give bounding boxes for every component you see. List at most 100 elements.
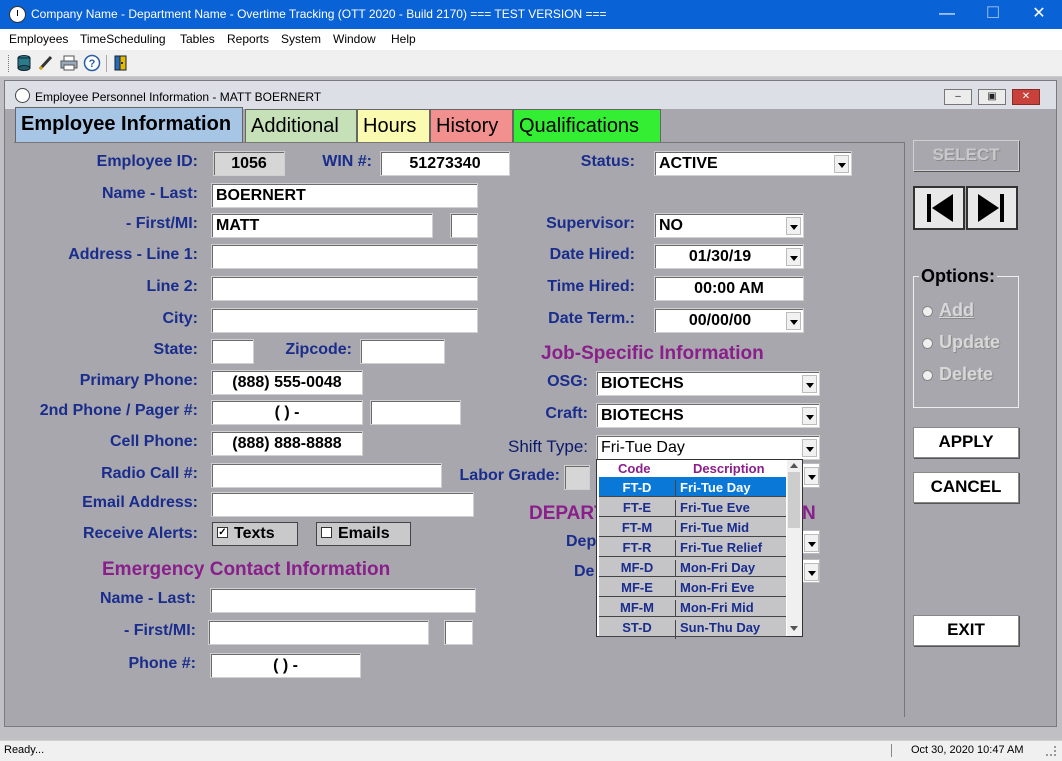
first-name-field[interactable]: MATT	[211, 213, 433, 238]
emergency-name-last-field[interactable]	[210, 588, 476, 613]
minimize-button[interactable]: —	[924, 0, 970, 29]
menu-timescheduling[interactable]: TimeScheduling	[80, 32, 166, 46]
dropdown-row[interactable]: ST-D Sun-Thu Day	[599, 617, 786, 639]
time-hired-field[interactable]: 00:00 AM	[654, 276, 804, 301]
dropdown-row[interactable]: MF-D Mon-Fri Day	[599, 557, 786, 579]
city-label: City:	[162, 310, 198, 327]
phone2-ext-field[interactable]	[370, 400, 461, 425]
email-label: Email Address:	[82, 494, 198, 511]
chevron-down-icon[interactable]	[804, 534, 819, 552]
chevron-down-icon[interactable]	[834, 155, 849, 173]
department2-label-partial: De	[574, 563, 595, 580]
tab-employee-information[interactable]: Employee Information	[15, 107, 243, 143]
chevron-down-icon[interactable]	[802, 439, 817, 457]
supervisor-select[interactable]: NO	[654, 213, 804, 238]
chevron-down-icon[interactable]	[786, 312, 801, 330]
shift-type-select[interactable]: Fri-Tue Day	[596, 435, 820, 460]
emails-label: Emails	[338, 525, 390, 542]
radio-call-field[interactable]	[211, 463, 442, 488]
row-description: Sun-Thu Day	[680, 620, 761, 635]
menu-tables[interactable]: Tables	[180, 32, 215, 46]
dropdown-row[interactable]: FT-D Fri-Tue Day	[599, 477, 786, 499]
database-icon[interactable]	[15, 54, 33, 72]
help-icon[interactable]: ?	[83, 54, 101, 72]
apply-button[interactable]: APPLY	[913, 427, 1019, 458]
name-last-field[interactable]: BOERNERT	[211, 183, 478, 208]
child-maximize-button[interactable]: ▣	[978, 89, 1006, 105]
dropdown-row[interactable]: FT-E Fri-Tue Eve	[599, 497, 786, 519]
date-hired-field[interactable]: 01/30/19	[654, 244, 804, 269]
shift-type-dropdown-list[interactable]: Code Description FT-D Fri-Tue Day FT-E Fri…	[596, 459, 803, 639]
emergency-first-field[interactable]	[208, 620, 429, 645]
chevron-down-icon[interactable]	[786, 248, 801, 266]
dropdown-row[interactable]: MF-E Mon-Fri Eve	[599, 577, 786, 599]
department-select-edge[interactable]	[802, 530, 820, 554]
menu-window[interactable]: Window	[333, 32, 376, 46]
state-field[interactable]	[211, 339, 254, 364]
chevron-down-icon[interactable]	[804, 467, 819, 485]
scroll-down-icon[interactable]	[790, 626, 798, 631]
pencil-icon[interactable]	[37, 54, 55, 72]
email-field[interactable]	[211, 492, 474, 517]
emergency-mi-field[interactable]	[444, 620, 473, 645]
dropdown-row[interactable]: FT-M Fri-Tue Mid	[599, 517, 786, 539]
osg-select[interactable]: BIOTECHS	[596, 371, 820, 396]
first-mi-label: - First/MI:	[126, 215, 198, 232]
maximize-button[interactable]: ☐	[970, 0, 1016, 29]
cancel-button[interactable]: CANCEL	[913, 472, 1019, 503]
department2-select-edge[interactable]	[802, 559, 820, 583]
middle-initial-field[interactable]	[450, 213, 478, 238]
phone2-field[interactable]: ( ) -	[211, 400, 363, 425]
chevron-down-icon[interactable]	[786, 217, 801, 235]
resize-grip-icon[interactable]	[1046, 746, 1056, 756]
address1-field[interactable]	[211, 244, 478, 269]
emails-checkbox[interactable]: Emails	[316, 522, 411, 546]
exit-door-icon[interactable]	[112, 54, 130, 72]
labor-grade-field[interactable]	[564, 465, 590, 490]
tab-history[interactable]: History	[430, 109, 513, 142]
add-radio[interactable]: Add	[922, 300, 974, 321]
radio-icon	[922, 305, 933, 317]
tab-qualifications[interactable]: Qualifications	[513, 109, 661, 142]
previous-record-button[interactable]	[913, 186, 965, 230]
scroll-thumb[interactable]	[788, 472, 800, 528]
win-field[interactable]: 51273340	[380, 151, 510, 176]
status-select[interactable]: ACTIVE	[654, 151, 852, 176]
dropdown-scrollbar[interactable]	[787, 460, 802, 636]
menu-employees[interactable]: Employees	[9, 32, 68, 46]
child-close-button[interactable]: ✕	[1012, 89, 1040, 105]
dropdown-row[interactable]: FT-R Fri-Tue Relief	[599, 537, 786, 559]
tab-hours[interactable]: Hours	[357, 109, 430, 142]
craft-select[interactable]: BIOTECHS	[596, 403, 820, 428]
select-button[interactable]: SELECT	[913, 140, 1019, 171]
date-term-field[interactable]: 00/00/00	[654, 308, 804, 333]
chevron-down-icon[interactable]	[802, 375, 817, 393]
cell-phone-field[interactable]: (888) 888-8888	[211, 431, 363, 456]
close-button[interactable]: ✕	[1016, 0, 1062, 29]
printer-icon[interactable]	[60, 54, 78, 72]
osg-label: OSG:	[547, 373, 588, 390]
emergency-section-title: Emergency Contact Information	[102, 559, 391, 580]
menu-system[interactable]: System	[281, 32, 321, 46]
chevron-down-icon[interactable]	[804, 563, 819, 581]
dropdown-row[interactable]: MF-M Mon-Fri Mid	[599, 597, 786, 619]
next-record-button[interactable]	[966, 186, 1018, 230]
texts-label: Texts	[234, 525, 275, 542]
update-radio[interactable]: Update	[922, 332, 1000, 353]
exit-button[interactable]: EXIT	[913, 615, 1019, 646]
primary-phone-field[interactable]: (888) 555-0048	[211, 370, 363, 395]
menu-reports[interactable]: Reports	[227, 32, 269, 46]
city-field[interactable]	[211, 308, 478, 333]
texts-checkbox[interactable]: ✓ Texts	[212, 522, 298, 546]
address2-field[interactable]	[211, 276, 478, 301]
emergency-phone-field[interactable]: ( ) -	[210, 653, 361, 678]
child-minimize-button[interactable]: –	[944, 89, 972, 105]
status-label: Status:	[580, 153, 635, 170]
menu-help[interactable]: Help	[391, 32, 416, 46]
delete-radio[interactable]: Delete	[922, 364, 993, 385]
tab-additional[interactable]: Additional	[245, 109, 357, 142]
scroll-up-icon[interactable]	[790, 463, 798, 468]
zipcode-field[interactable]	[360, 339, 445, 364]
hidden-select-edge[interactable]	[802, 463, 820, 488]
chevron-down-icon[interactable]	[802, 407, 817, 425]
